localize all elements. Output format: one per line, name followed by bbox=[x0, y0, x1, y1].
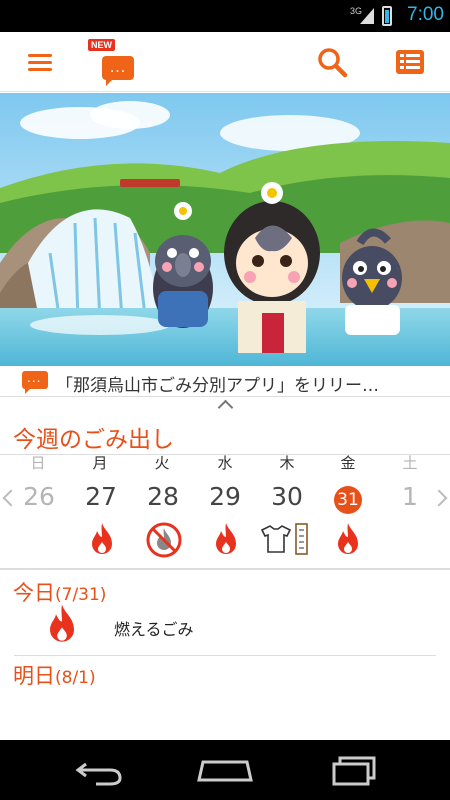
date-cell[interactable]: 1 bbox=[385, 482, 435, 511]
tomorrow-label: 明日 bbox=[13, 664, 55, 688]
weekday-fri: 金 bbox=[340, 454, 356, 472]
speech-bubble-icon: ... bbox=[22, 371, 48, 394]
list-view-button[interactable] bbox=[380, 32, 440, 92]
burnable-flame-icon[interactable] bbox=[206, 520, 246, 560]
new-badge: NEW bbox=[88, 39, 115, 51]
date-cell-today[interactable]: 31 bbox=[323, 482, 373, 514]
news-ticker[interactable]: ... 「那須烏山市ごみ分別アプリ」をリリー… bbox=[0, 366, 450, 397]
news-button[interactable]: NEW ... bbox=[88, 32, 148, 92]
date-cell[interactable]: 28 bbox=[138, 482, 188, 511]
system-nav-bar bbox=[0, 740, 450, 800]
hero-banner-image[interactable] bbox=[0, 93, 450, 366]
section-divider bbox=[14, 655, 436, 656]
garbage-type-icons bbox=[0, 520, 450, 560]
burnable-flame-icon[interactable] bbox=[82, 520, 122, 560]
app-toolbar: NEW ... bbox=[0, 32, 450, 92]
weekday-sun: 日 bbox=[30, 454, 46, 472]
weekday-thu: 木 bbox=[279, 454, 295, 472]
weekday-mon: 月 bbox=[92, 454, 108, 472]
weekday-tue: 火 bbox=[154, 454, 170, 472]
section-title-this-week: 今週のごみ出し bbox=[0, 420, 450, 455]
section-divider bbox=[0, 568, 450, 570]
battery-icon bbox=[382, 6, 392, 26]
date-cell[interactable]: 29 bbox=[200, 482, 250, 511]
list-view-icon bbox=[396, 50, 424, 74]
hamburger-menu-icon[interactable] bbox=[10, 32, 70, 92]
week-dates: 26 27 28 29 30 31 1 bbox=[0, 482, 450, 518]
today-date-badge: 31 bbox=[334, 486, 362, 514]
signal-icon bbox=[360, 8, 374, 24]
date-cell[interactable]: 26 bbox=[14, 482, 64, 511]
burnable-flame-icon[interactable] bbox=[328, 520, 368, 560]
speech-bubble-icon: ... bbox=[102, 56, 134, 86]
tomorrow-heading: 明日(8/1) bbox=[13, 660, 96, 690]
status-bar: 3G 7:00 bbox=[0, 0, 450, 32]
chevron-up-icon bbox=[217, 399, 233, 416]
date-cell[interactable]: 30 bbox=[262, 482, 312, 511]
collapse-toggle[interactable] bbox=[0, 398, 450, 416]
back-icon[interactable] bbox=[60, 750, 140, 790]
weekday-header: 日 月 火 水 木 金 土 bbox=[0, 452, 450, 474]
tomorrow-date: (8/1) bbox=[55, 668, 96, 688]
recent-apps-icon[interactable] bbox=[312, 750, 392, 790]
clothes-and-paper-icon[interactable] bbox=[258, 520, 312, 560]
search-icon bbox=[318, 48, 348, 78]
weekday-wed: 水 bbox=[217, 454, 233, 472]
burnable-flame-icon bbox=[50, 604, 74, 642]
weekday-sat: 土 bbox=[402, 454, 418, 472]
news-headline: 「那須烏山市ごみ分別アプリ」をリリー… bbox=[56, 376, 379, 396]
today-garbage-item[interactable]: 燃えるごみ bbox=[38, 600, 438, 652]
home-icon[interactable] bbox=[185, 750, 265, 790]
today-garbage-label: 燃えるごみ bbox=[114, 620, 194, 639]
search-button[interactable] bbox=[302, 32, 362, 92]
date-cell[interactable]: 27 bbox=[76, 482, 126, 511]
clock: 7:00 bbox=[407, 4, 444, 25]
no-burn-icon[interactable] bbox=[144, 520, 184, 560]
